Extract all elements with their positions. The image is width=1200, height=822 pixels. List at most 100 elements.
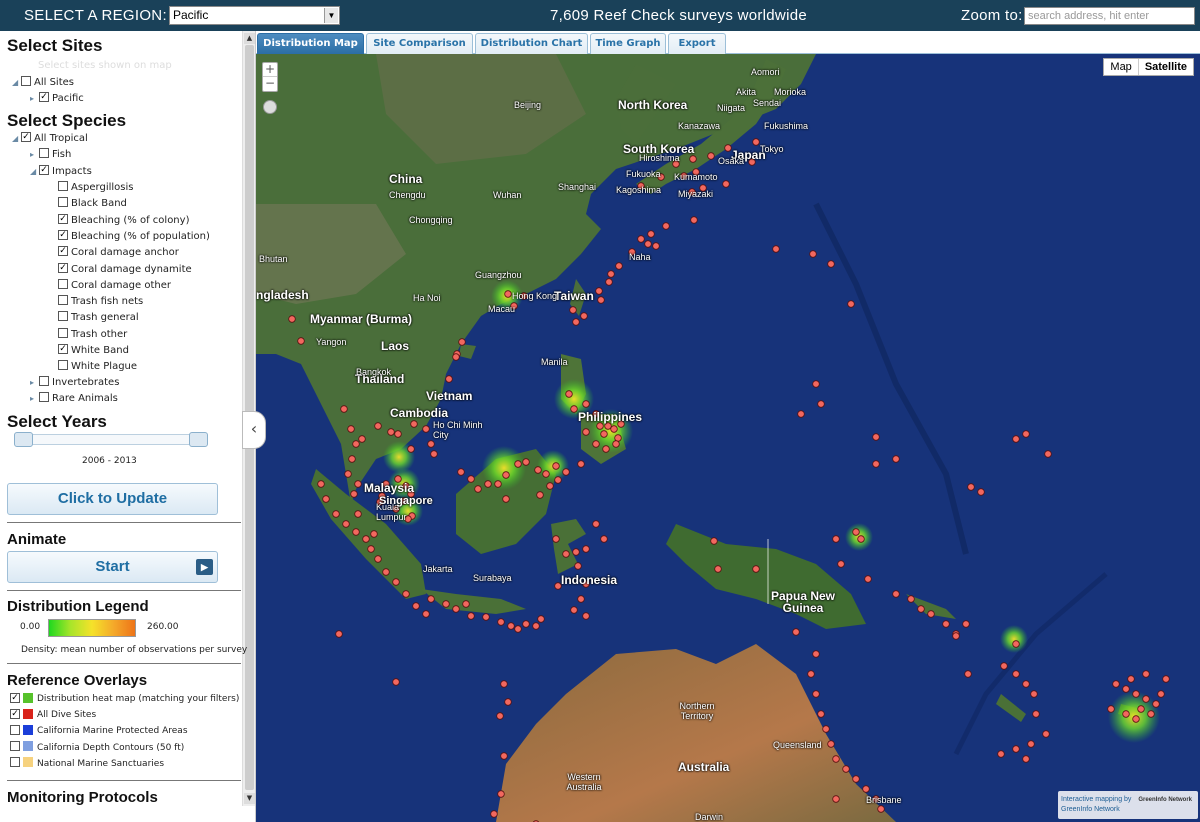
scroll-down-icon[interactable]: ▼ (244, 793, 255, 804)
dive-site-marker (592, 520, 600, 528)
checkbox[interactable] (39, 392, 49, 402)
overlay-item[interactable]: National Marine Sanctuaries (10, 757, 164, 770)
impact-item[interactable]: Bleaching (% of population) (58, 229, 210, 244)
impact-item[interactable]: Trash fish nets (58, 295, 143, 309)
divider (7, 780, 241, 781)
tab-distribution-chart[interactable]: Distribution Chart (475, 33, 588, 54)
region-select[interactable]: Pacific ▼ (169, 6, 340, 25)
impact-item[interactable]: Trash other (58, 327, 127, 342)
distribution-map[interactable]: North Korea South Korea Japan China Taiw… (256, 54, 1200, 822)
dive-site-marker (857, 535, 865, 543)
checkbox[interactable] (58, 229, 68, 240)
impact-item[interactable]: Coral damage other (58, 278, 171, 293)
checkbox[interactable] (39, 165, 49, 175)
land-australia (496, 644, 896, 822)
checkbox[interactable] (58, 262, 68, 273)
slider-end-handle[interactable] (189, 432, 208, 447)
dive-site-marker (644, 240, 652, 248)
impact-item[interactable]: Black Band (58, 197, 127, 211)
tab-distribution-map[interactable]: Distribution Map (257, 33, 364, 54)
checkbox[interactable] (58, 344, 68, 354)
species-fish[interactable]: ▸ Fish (30, 148, 71, 162)
zoom-search-input[interactable]: search address, hit enter (1024, 7, 1195, 25)
dive-site-marker (522, 458, 530, 466)
dive-site-marker (1132, 690, 1140, 698)
dive-site-marker (997, 750, 1005, 758)
checkbox[interactable] (58, 278, 68, 289)
checkbox[interactable] (58, 327, 68, 338)
species-invertebrates[interactable]: ▸ Invertebrates (30, 376, 119, 390)
select-years-title: Select Years (7, 412, 107, 431)
collapse-icon[interactable]: ◢ (30, 165, 39, 179)
expand-icon[interactable]: ▸ (30, 392, 39, 406)
dive-site-marker (1012, 435, 1020, 443)
checkbox[interactable] (58, 246, 68, 257)
tab-export[interactable]: Export (668, 33, 726, 54)
checkbox[interactable] (21, 76, 31, 86)
overlay-item[interactable]: California Depth Contours (50 ft) (10, 741, 184, 754)
checkbox[interactable] (10, 741, 20, 752)
map-credit[interactable]: Interactive mapping by GreenInfo Network… (1058, 791, 1198, 819)
checkbox[interactable] (58, 360, 68, 371)
update-button[interactable]: Click to Update (7, 483, 218, 515)
dive-site-marker (1107, 705, 1115, 713)
animate-title: Animate (7, 531, 67, 548)
dive-site-marker (507, 622, 515, 630)
overlay-label: All Dive Sites (37, 710, 97, 721)
overlay-item[interactable]: California Marine Protected Areas (10, 724, 188, 737)
checkbox[interactable] (39, 376, 49, 386)
impact-item[interactable]: White Plague (58, 360, 137, 374)
species-rare-animals[interactable]: ▸ Rare Animals (30, 392, 118, 406)
dive-site-marker (689, 155, 697, 163)
checkbox[interactable] (10, 757, 20, 768)
species-impacts[interactable]: ◢ Impacts (30, 165, 92, 179)
tab-site-comparison[interactable]: Site Comparison (366, 33, 473, 54)
map-type-satellite-button[interactable]: Satellite (1137, 59, 1193, 75)
zoom-out-button[interactable]: − (263, 77, 277, 91)
dive-site-marker (812, 380, 820, 388)
tab-time-graph[interactable]: Time Graph (590, 33, 666, 54)
checkbox[interactable] (10, 708, 20, 719)
expand-icon[interactable]: ▸ (30, 376, 39, 390)
impact-item[interactable]: Coral damage dynamite (58, 262, 192, 277)
start-animation-button[interactable]: Start ▶ (7, 551, 218, 583)
expand-icon[interactable]: ▸ (30, 92, 39, 106)
checkbox[interactable] (39, 92, 49, 102)
checkbox[interactable] (39, 148, 49, 158)
impact-item[interactable]: Bleaching (% of colony) (58, 213, 189, 228)
checkbox[interactable] (58, 295, 68, 306)
chevron-down-icon[interactable]: ▼ (324, 8, 338, 23)
dive-site-marker (572, 318, 580, 326)
checkbox[interactable] (58, 213, 68, 224)
species-all-tropical[interactable]: ◢ All Tropical (12, 132, 88, 146)
expand-icon[interactable]: ▸ (30, 148, 39, 162)
dive-site-marker (647, 230, 655, 238)
scroll-up-icon[interactable]: ▲ (244, 33, 255, 44)
street-view-icon[interactable] (263, 100, 277, 114)
collapse-sidebar-button[interactable]: ‹ (242, 411, 266, 449)
overlay-item[interactable]: Distribution heat map (matching your fil… (10, 692, 239, 705)
checkbox[interactable] (21, 132, 31, 142)
impact-item[interactable]: Aspergillosis (58, 181, 134, 195)
impact-item[interactable]: Coral damage anchor (58, 246, 179, 260)
slider-start-handle[interactable] (14, 432, 33, 447)
overlay-item[interactable]: All Dive Sites (10, 708, 97, 721)
checkbox[interactable] (10, 724, 20, 735)
checkbox[interactable] (58, 311, 68, 322)
slider-track[interactable] (14, 434, 208, 445)
map-type-map-button[interactable]: Map (1104, 59, 1137, 75)
year-range-slider[interactable] (14, 432, 208, 447)
zoom-in-button[interactable]: + (263, 63, 277, 77)
site-item-pacific[interactable]: ▸ Pacific (30, 92, 84, 106)
impact-label: Aspergillosis (71, 182, 134, 193)
dive-site-marker (500, 680, 508, 688)
impact-item[interactable]: White Band (58, 344, 129, 358)
checkbox[interactable] (10, 692, 20, 703)
site-item-all[interactable]: ◢ All Sites (12, 76, 74, 90)
collapse-icon[interactable]: ◢ (12, 76, 21, 90)
checkbox[interactable] (58, 197, 68, 208)
collapse-icon[interactable]: ◢ (12, 132, 21, 146)
checkbox[interactable] (58, 181, 68, 191)
dive-site-marker (1022, 755, 1030, 763)
impact-item[interactable]: Trash general (58, 311, 139, 325)
